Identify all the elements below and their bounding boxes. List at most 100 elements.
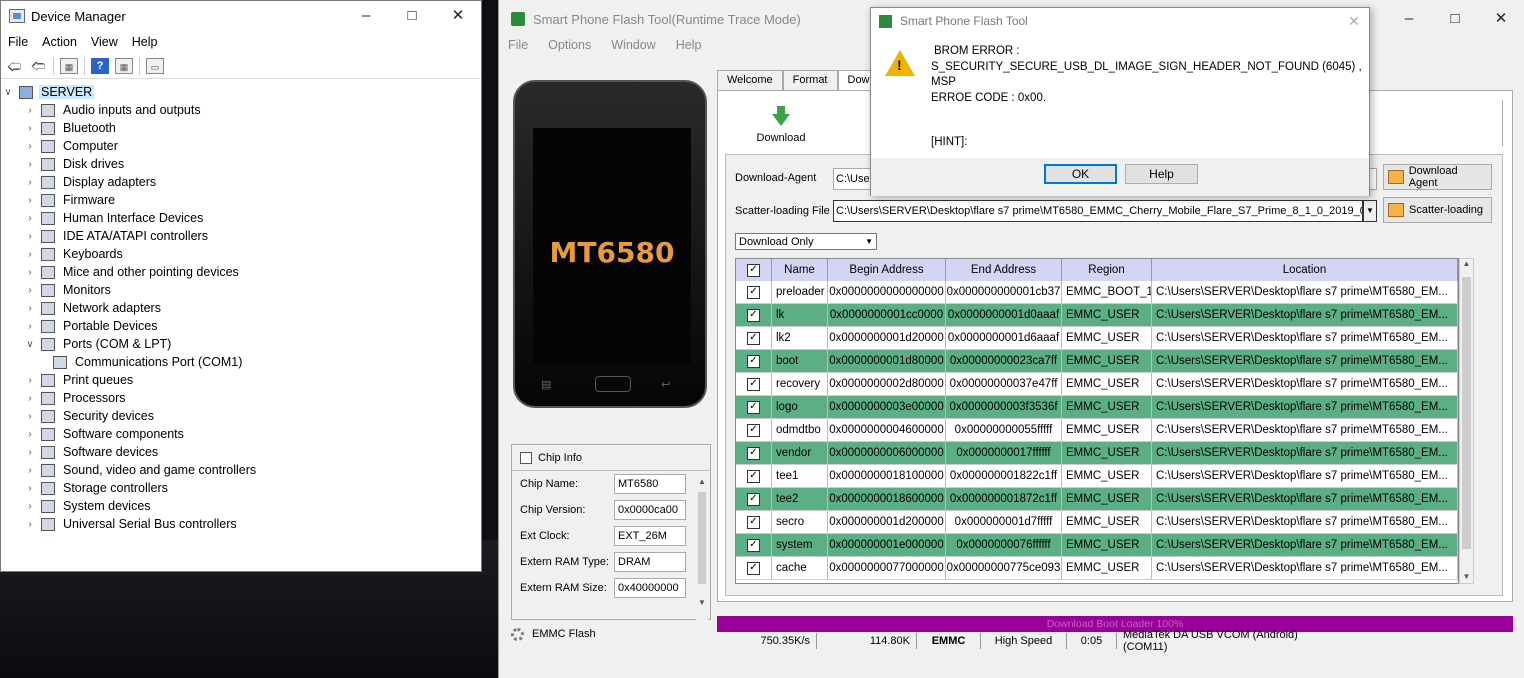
row-checkbox[interactable]: ✓	[747, 538, 760, 552]
select-all-checkbox[interactable]: ✓	[747, 263, 760, 277]
table-row[interactable]: ✓ logo 0x0000000003e00000 0x0000000003f3536…	[736, 396, 1458, 419]
chip-info-value[interactable]: MT6580	[614, 474, 686, 494]
emmc-flash-tab[interactable]: EMMC Flash	[511, 624, 596, 644]
chevron-right-icon[interactable]: ›	[23, 321, 37, 332]
help-icon[interactable]: ?	[91, 57, 109, 74]
tree-category[interactable]: › Computer	[1, 137, 481, 155]
tree-category[interactable]: › System devices	[1, 497, 481, 515]
maximize-button[interactable]: □	[1432, 4, 1478, 34]
chevron-right-icon[interactable]: ›	[23, 501, 37, 512]
table-row[interactable]: ✓ lk 0x0000000001cc0000 0x0000000001d0aaaf E…	[736, 304, 1458, 327]
row-checkbox[interactable]: ✓	[747, 561, 760, 575]
maximize-button[interactable]: □	[389, 1, 435, 31]
tree-root[interactable]: ∨ SERVER	[1, 83, 481, 101]
table-row[interactable]: ✓ system 0x000000001e000000 0x0000000076fff…	[736, 534, 1458, 557]
menu-file[interactable]: File	[508, 38, 528, 54]
chevron-right-icon[interactable]: ›	[23, 267, 37, 278]
table-row[interactable]: ✓ recovery 0x0000000002d80000 0x00000000037…	[736, 373, 1458, 396]
chevron-right-icon[interactable]: ›	[23, 393, 37, 404]
table-row[interactable]: ✓ odmdtbo 0x0000000004600000 0x00000000055f…	[736, 419, 1458, 442]
chevron-right-icon[interactable]: ›	[23, 195, 37, 206]
download-agent-button[interactable]: Download Agent	[1383, 164, 1492, 190]
tree-category[interactable]: › Storage controllers	[1, 479, 481, 497]
tab-format[interactable]: Format	[782, 70, 838, 91]
col-begin[interactable]: Begin Address	[828, 259, 946, 281]
chevron-right-icon[interactable]: ›	[23, 285, 37, 296]
minimize-button[interactable]: –	[1386, 4, 1432, 34]
view-icon[interactable]: ▦	[115, 57, 133, 74]
tree-category[interactable]: › IDE ATA/ATAPI controllers	[1, 227, 481, 245]
menu-help[interactable]: Help	[125, 35, 165, 49]
tree-category[interactable]: › Software devices	[1, 443, 481, 461]
tree-category[interactable]: › Processors	[1, 389, 481, 407]
tree-category[interactable]: › Disk drives	[1, 155, 481, 173]
tree-category[interactable]: › Audio inputs and outputs	[1, 101, 481, 119]
row-checkbox[interactable]: ✓	[747, 331, 760, 345]
properties-icon[interactable]: ▦	[60, 57, 78, 74]
table-row[interactable]: ✓ cache 0x0000000077000000 0x00000000775ce0…	[736, 557, 1458, 580]
mode-select[interactable]: Download Only ▼	[735, 233, 877, 250]
tree-category[interactable]: › Firmware	[1, 191, 481, 209]
tree-category[interactable]: › Network adapters	[1, 299, 481, 317]
chevron-right-icon[interactable]: ›	[23, 249, 37, 260]
tree-category[interactable]: › Display adapters	[1, 173, 481, 191]
scatter-dropdown-icon[interactable]: ▼	[1363, 200, 1377, 222]
chevron-right-icon[interactable]: ›	[23, 123, 37, 134]
tree-category[interactable]: › Mice and other pointing devices	[1, 263, 481, 281]
col-region[interactable]: Region	[1062, 259, 1152, 281]
chevron-right-icon[interactable]: ›	[23, 159, 37, 170]
row-checkbox[interactable]: ✓	[747, 446, 760, 460]
close-button[interactable]: ✕	[1478, 4, 1524, 34]
menu-window[interactable]: Window	[611, 38, 655, 54]
chevron-right-icon[interactable]: ›	[23, 213, 37, 224]
table-row[interactable]: ✓ tee1 0x0000000018100000 0x000000001822c1f…	[736, 465, 1458, 488]
close-icon[interactable]: ✕	[1339, 13, 1369, 30]
row-checkbox[interactable]: ✓	[747, 423, 760, 437]
col-end[interactable]: End Address	[946, 259, 1062, 281]
row-checkbox[interactable]: ✓	[747, 308, 760, 322]
chevron-right-icon[interactable]: ›	[23, 465, 37, 476]
chevron-right-icon[interactable]: ›	[23, 429, 37, 440]
chevron-down-icon[interactable]: ∨	[23, 339, 37, 350]
chevron-right-icon[interactable]: ›	[23, 375, 37, 386]
chip-info-value[interactable]: DRAM	[614, 552, 686, 572]
chevron-right-icon[interactable]: ›	[23, 483, 37, 494]
row-checkbox[interactable]: ✓	[747, 285, 760, 299]
col-name[interactable]: Name	[772, 259, 828, 281]
tree-category[interactable]: › Sound, video and game controllers	[1, 461, 481, 479]
chevron-right-icon[interactable]: ›	[23, 231, 37, 242]
tree-category[interactable]: › Bluetooth	[1, 119, 481, 137]
tree-category[interactable]: ∨ Ports (COM & LPT)	[1, 335, 481, 353]
row-checkbox[interactable]: ✓	[747, 492, 760, 506]
menu-file[interactable]: File	[1, 35, 35, 49]
chevron-right-icon[interactable]: ›	[23, 105, 37, 116]
chevron-down-icon[interactable]: ∨	[1, 87, 15, 98]
tree-category[interactable]: › Keyboards	[1, 245, 481, 263]
chip-info-header[interactable]: Chip Info	[512, 445, 710, 471]
table-row[interactable]: ✓ lk2 0x0000000001d20000 0x0000000001d6aaaf…	[736, 327, 1458, 350]
table-row[interactable]: ✓ tee2 0x0000000018600000 0x000000001872c1f…	[736, 488, 1458, 511]
forward-icon[interactable]: 🢢	[29, 58, 47, 74]
menu-help[interactable]: Help	[676, 38, 702, 54]
scatter-file-field[interactable]: C:\Users\SERVER\Desktop\flare s7 prime\M…	[833, 200, 1363, 222]
chip-info-scrollbar[interactable]: ▲ ▼	[696, 475, 708, 621]
row-checkbox[interactable]: ✓	[747, 377, 760, 391]
tab-welcome[interactable]: Welcome	[717, 70, 783, 91]
download-button[interactable]: Download	[739, 106, 823, 144]
row-checkbox[interactable]: ✓	[747, 400, 760, 414]
tree-category[interactable]: › Monitors	[1, 281, 481, 299]
chevron-right-icon[interactable]: ›	[23, 519, 37, 530]
close-button[interactable]: ✕	[435, 1, 481, 31]
chevron-right-icon[interactable]: ›	[23, 411, 37, 422]
minimize-button[interactable]: –	[343, 1, 389, 31]
ok-button[interactable]: OK	[1044, 164, 1117, 184]
row-checkbox[interactable]: ✓	[747, 354, 760, 368]
menu-action[interactable]: Action	[35, 35, 84, 49]
table-scrollbar[interactable]: ▲ ▼	[1459, 258, 1474, 584]
col-location[interactable]: Location	[1152, 259, 1458, 281]
tree-category[interactable]: › Human Interface Devices	[1, 209, 481, 227]
row-checkbox[interactable]: ✓	[747, 469, 760, 483]
row-checkbox[interactable]: ✓	[747, 515, 760, 529]
back-icon[interactable]: 🢠	[5, 58, 23, 74]
table-row[interactable]: ✓ secro 0x000000001d200000 0x000000001d7fff…	[736, 511, 1458, 534]
